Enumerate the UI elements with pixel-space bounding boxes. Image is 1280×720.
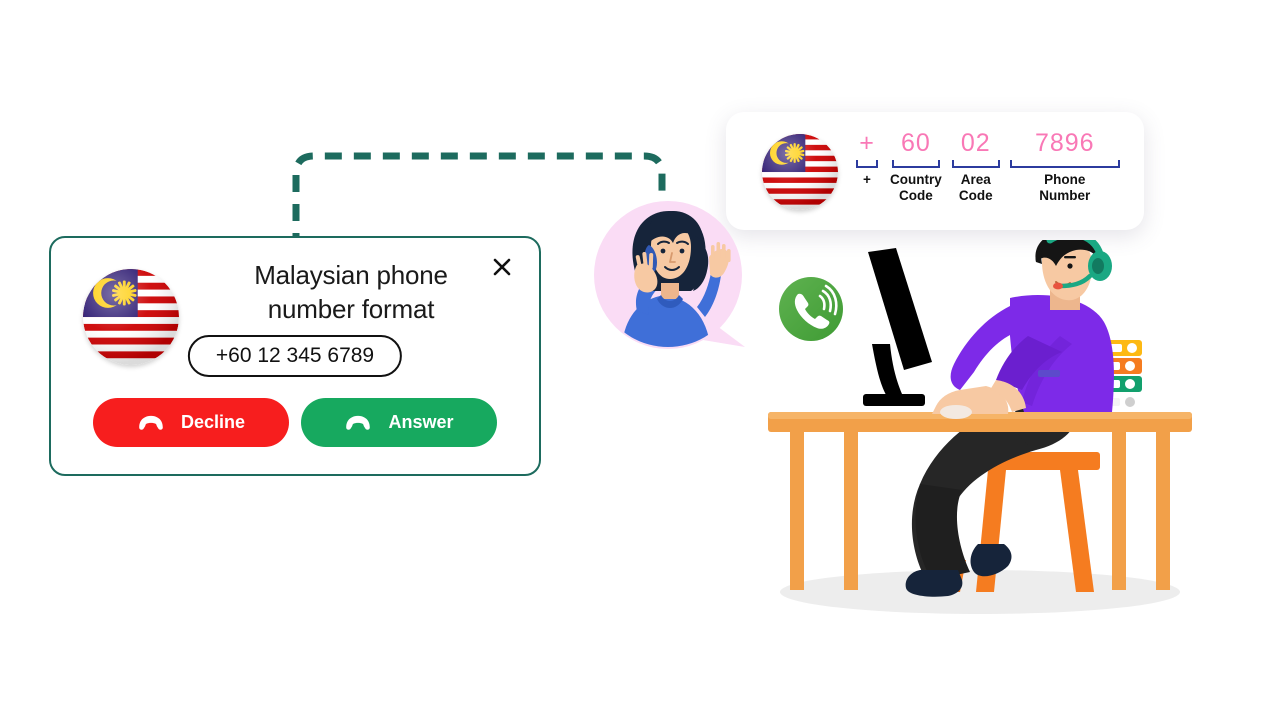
segment-phone-number: 7896 Phone Number xyxy=(1009,128,1120,204)
segment-area-code-label: Area Code xyxy=(959,172,993,204)
segment-country-code-digits: 60 xyxy=(900,129,931,157)
call-center-agent-illustration xyxy=(760,230,1200,630)
phone-format-segments: + + 60 Country Code 02 Area Code 7896 Ph… xyxy=(856,128,1120,204)
phone-number-badge: +60 12 345 6789 xyxy=(187,335,403,377)
close-button[interactable] xyxy=(487,252,517,282)
phone-answer-icon xyxy=(346,415,371,430)
phone-format-card: + + 60 Country Code 02 Area Code 7896 Ph… xyxy=(726,112,1144,230)
call-action-row: Decline Answer xyxy=(93,398,497,447)
segment-area-code-label-line-1: Area xyxy=(960,172,991,187)
segment-country-code-label: Country Code xyxy=(890,172,942,204)
decline-button-label: Decline xyxy=(180,412,246,432)
segment-plus-bracket xyxy=(856,160,878,168)
malaysia-flag-icon xyxy=(762,134,838,210)
segment-area-code-bracket xyxy=(951,160,1000,168)
segment-area-code: 02 Area Code xyxy=(951,128,1000,204)
segment-plus-label: + xyxy=(863,172,871,187)
answer-button-label: Answer xyxy=(388,412,454,432)
card-title-line-2: number format xyxy=(267,294,435,324)
segment-phone-number-bracket xyxy=(1009,160,1120,168)
segment-phone-number-digits: 7896 xyxy=(1034,129,1095,157)
malaysia-flag-icon xyxy=(83,269,179,365)
segment-area-code-label-line-2: Code xyxy=(958,188,993,203)
segment-country-code-label-line-1: Country xyxy=(890,172,942,187)
woman-calling-bubble xyxy=(593,199,751,359)
answer-button[interactable]: Answer xyxy=(301,398,497,447)
segment-phone-number-label-line-2: Number xyxy=(1039,188,1091,203)
monitor xyxy=(863,248,932,406)
decline-button[interactable]: Decline xyxy=(93,398,289,447)
segment-plus-digits: + xyxy=(859,129,875,157)
illustration-canvas: Malaysian phone number format +60 12 345… xyxy=(0,0,1280,720)
segment-area-code-digits: 02 xyxy=(960,129,991,157)
segment-plus: + + xyxy=(856,128,878,188)
segment-country-code-bracket xyxy=(891,160,940,168)
segment-phone-number-label-line-1: Phone xyxy=(1044,172,1086,187)
segment-phone-number-label: Phone Number xyxy=(1039,172,1090,204)
incoming-call-card: Malaysian phone number format +60 12 345… xyxy=(49,236,541,476)
card-title-line-1: Malaysian phone xyxy=(254,260,448,290)
close-icon xyxy=(493,258,511,276)
page-title: Malaysian phone number format xyxy=(201,258,501,326)
segment-country-code: 60 Country Code xyxy=(890,128,942,204)
segment-country-code-label-line-2: Code xyxy=(899,188,933,203)
phone-hangup-icon xyxy=(139,415,163,430)
